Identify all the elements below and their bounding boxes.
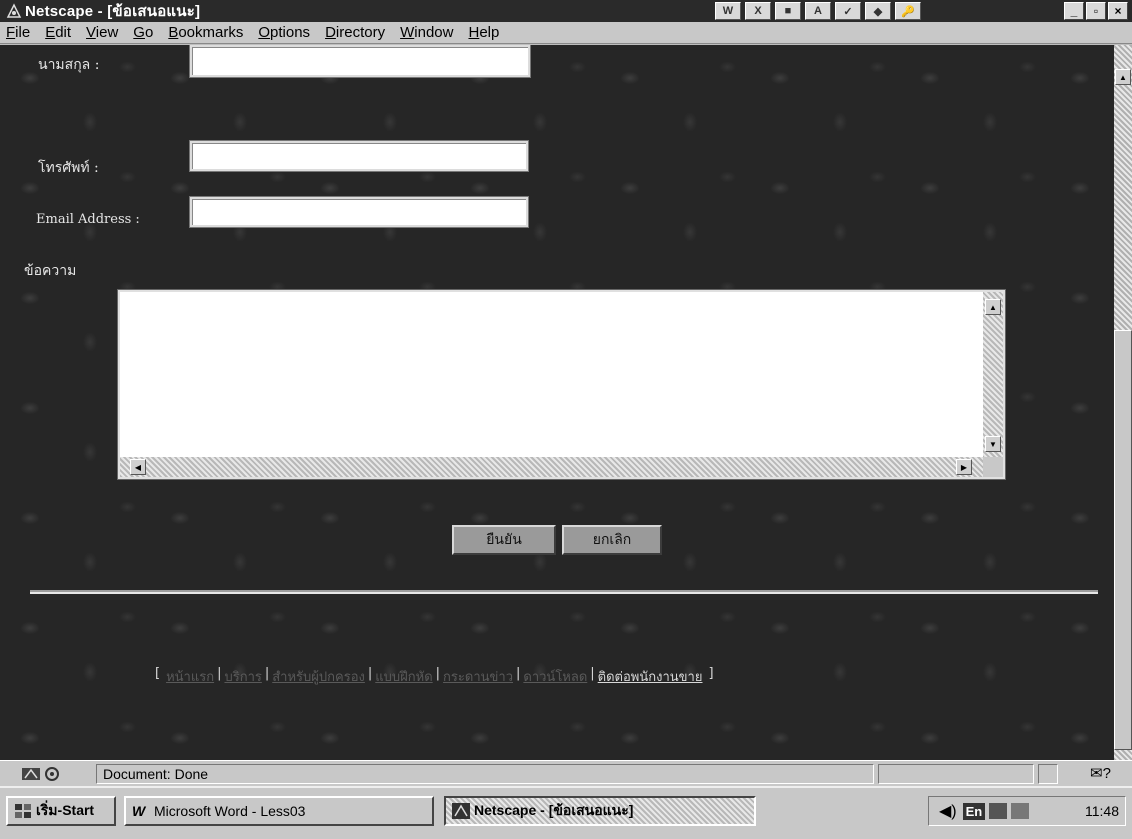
email-label: Email Address :	[36, 212, 140, 227]
windows-logo-icon	[14, 803, 32, 819]
menu-window[interactable]: Window	[398, 24, 455, 41]
menu-bookmarks[interactable]: Bookmarks	[166, 24, 245, 41]
minimize-icon[interactable]: _	[1064, 2, 1084, 20]
access-icon[interactable]: A	[805, 2, 831, 20]
schedule-icon[interactable]: ✓	[835, 2, 861, 20]
binder-icon[interactable]: ◆	[865, 2, 891, 20]
footer-link-home[interactable]: หน้าแรก	[166, 666, 214, 687]
scroll-left-icon[interactable]: ◀	[130, 459, 146, 475]
status-message: Document: Done	[96, 764, 874, 784]
footer-link-exercises[interactable]: แบบฝึกหัด	[375, 666, 432, 687]
netscape-app-icon	[452, 803, 470, 819]
phone-input[interactable]	[189, 140, 529, 172]
menu-edit[interactable]: Edit	[43, 24, 73, 41]
menu-directory[interactable]: Directory	[323, 24, 387, 41]
start-button[interactable]: เริ่ม-Start	[6, 796, 116, 826]
menu-options[interactable]: Options	[256, 24, 312, 41]
page-scroll-up-icon[interactable]: ▲	[1115, 69, 1131, 85]
maximize-icon[interactable]: ▫	[1086, 2, 1106, 20]
task-netscape[interactable]: Netscape - [ข้อเสนอแนะ]	[444, 796, 756, 826]
footer-link-parents[interactable]: สำหรับผู้ปกครอง	[272, 666, 365, 687]
footer-nav: [ หน้าแรก | บริการ | สำหรับผู้ปกครอง | แ…	[155, 666, 714, 687]
language-indicator[interactable]: En	[962, 802, 986, 820]
status-security	[1038, 764, 1058, 784]
scroll-up-icon[interactable]: ▲	[985, 299, 1001, 315]
mail-icon[interactable]: ✉?	[1090, 764, 1111, 782]
system-tray: ◀) En 11:48	[928, 796, 1126, 826]
close-icon[interactable]: ×	[1108, 2, 1128, 20]
textarea-horizontal-scrollbar[interactable]: ◀ ▶	[120, 457, 986, 477]
window-title: Netscape - [ข้อเสนอแนะ]	[25, 3, 201, 20]
security-key-icon	[22, 766, 62, 782]
surname-input[interactable]	[189, 45, 531, 78]
phone-label: โทรศัพท์ :	[38, 160, 99, 176]
submit-button[interactable]: ยืนยัน	[452, 525, 556, 555]
footer-link-contact[interactable]: ติดต่อพนักงานขาย	[598, 666, 703, 687]
clock: 11:48	[1085, 803, 1119, 819]
office-toolbar: W X ■ A ✓ ◆ 🔑	[715, 2, 921, 20]
scrollbar-corner	[983, 457, 1003, 477]
horizontal-divider	[30, 590, 1098, 594]
message-label: ข้อความ	[24, 263, 77, 279]
menu-go[interactable]: Go	[131, 24, 155, 41]
scroll-right-icon[interactable]: ▶	[956, 459, 972, 475]
footer-link-download[interactable]: ดาวน์โหลด	[523, 666, 587, 687]
tray-app-icon[interactable]	[989, 803, 1008, 819]
textarea-vertical-scrollbar[interactable]: ▲ ▼	[983, 292, 1003, 458]
page-scroll-thumb[interactable]	[1114, 330, 1132, 750]
menu-bar: File Edit View Go Bookmarks Options Dire…	[0, 22, 1132, 44]
word-icon[interactable]: W	[715, 2, 741, 20]
powerpoint-icon[interactable]: ■	[775, 2, 801, 20]
footer-link-services[interactable]: บริการ	[224, 666, 261, 687]
page-content: นามสกุล : โทรศัพท์ : Email Address : ข้อ…	[0, 45, 1114, 760]
menu-view[interactable]: View	[84, 24, 120, 41]
email-input[interactable]	[189, 196, 529, 228]
netscape-logo-icon	[6, 3, 22, 19]
task-microsoft-word[interactable]: W Microsoft Word - Less03	[124, 796, 434, 826]
word-app-icon: W	[132, 803, 146, 819]
window-controls: _ ▫ ×	[1064, 2, 1128, 20]
scroll-down-icon[interactable]: ▼	[985, 436, 1001, 452]
title-bar: Netscape - [ข้อเสนอแนะ] W X ■ A ✓ ◆ 🔑 _ …	[0, 0, 1132, 22]
surname-label: นามสกุล :	[38, 57, 100, 73]
taskbar: เริ่ม-Start W Microsoft Word - Less03 Ne…	[0, 786, 1132, 839]
speaker-icon[interactable]: ◀)	[939, 801, 957, 821]
menu-file[interactable]: File	[4, 24, 32, 41]
message-textarea[interactable]: ▲ ▼ ◀ ▶	[117, 289, 1006, 480]
cancel-button[interactable]: ยกเลิก	[562, 525, 662, 555]
status-bar: Document: Done ✉?	[0, 760, 1132, 786]
status-progress	[878, 764, 1034, 784]
key-icon[interactable]: 🔑	[895, 2, 921, 20]
menu-help[interactable]: Help	[466, 24, 501, 41]
excel-icon[interactable]: X	[745, 2, 771, 20]
footer-link-board[interactable]: กระดานข่าว	[443, 666, 513, 687]
tray-utility-icon[interactable]	[1011, 803, 1030, 819]
